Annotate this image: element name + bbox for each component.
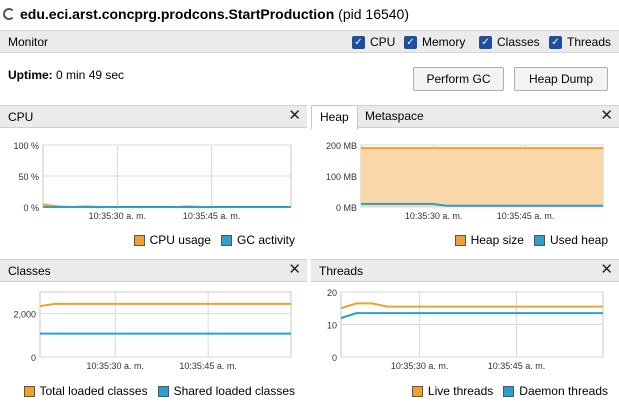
cpu-panel-header: CPU ✕ <box>0 105 307 128</box>
perform-gc-button[interactable]: Perform GC <box>413 67 504 91</box>
threads-legend: Live threads Daemon threads <box>411 384 608 398</box>
live-threads-swatch <box>411 385 423 397</box>
x-tick-label: 10:35:45 a. m. <box>179 361 237 371</box>
loading-spinner-icon <box>3 8 15 20</box>
gc-activity-swatch <box>220 234 232 246</box>
y-tick-label: 20 <box>327 288 337 298</box>
checkmark-icon: ✓ <box>549 35 562 49</box>
legend-item-heap-size: Heap size <box>454 233 524 247</box>
tab-metaspace[interactable]: Metaspace <box>357 105 432 129</box>
process-id: (pid 16540) <box>338 6 409 22</box>
close-icon[interactable]: ✕ <box>600 262 613 278</box>
uptime-row: Uptime: 0 min 49 sec Perform GC Heap Dum… <box>0 53 619 103</box>
y-tick-label: 0 MB <box>336 203 357 213</box>
memory-panel-header: Heap Metaspace ✕ <box>311 105 619 129</box>
classes-panel-title: Classes <box>8 264 51 278</box>
classes-checkbox[interactable]: ✓ Classes <box>479 35 540 49</box>
y-tick-label: 200 MB <box>326 141 357 151</box>
cpu-panel: CPU ✕ 100 % 50 % 0 % 10:35:30 a. m. 10:35:45… <box>0 105 307 253</box>
x-tick-label: 10:35:30 a. m. <box>87 361 145 371</box>
cpu-checkbox[interactable]: ✓ CPU <box>352 35 395 49</box>
y-tick-label: 100 % <box>13 141 39 151</box>
close-icon[interactable]: ✕ <box>600 108 613 124</box>
legend-item-gc-activity: GC activity <box>220 233 295 247</box>
x-tick-label: 10:35:45 a. m. <box>183 211 241 221</box>
heap-chart: 200 MB 100 MB 0 MB 10:35:30 a. m. 10:35:45 a… <box>326 141 604 221</box>
legend-item-used-heap: Used heap <box>533 233 608 247</box>
daemon-threads-swatch <box>503 385 515 397</box>
x-tick-label: 10:35:30 a. m. <box>391 361 449 371</box>
total-loaded-classes-swatch <box>23 385 35 397</box>
x-tick-label: 10:35:45 a. m. <box>488 361 546 371</box>
used-heap-swatch <box>533 234 545 246</box>
threads-chart: 20 10 0 10:35:30 a. m. 10:35:45 a. m. <box>327 288 604 371</box>
x-tick-label: 10:35:30 a. m. <box>405 211 463 221</box>
heap-size-area <box>361 148 603 207</box>
cpu-panel-title: CPU <box>8 110 34 124</box>
threads-checkbox[interactable]: ✓ Threads <box>549 35 611 49</box>
uptime: Uptime: 0 min 49 sec <box>8 68 125 82</box>
heap-size-swatch <box>454 234 466 246</box>
legend-item-daemon-threads: Daemon threads <box>503 384 608 398</box>
checkmark-icon: ✓ <box>352 35 365 49</box>
x-tick-label: 10:35:30 a. m. <box>89 211 147 221</box>
cpu-usage-swatch <box>133 234 145 246</box>
memory-panel: Heap Metaspace ✕ 200 MB 100 MB 0 MB 10:35:3… <box>311 105 619 253</box>
close-icon[interactable]: ✕ <box>288 262 301 278</box>
shared-loaded-classes-swatch <box>157 385 169 397</box>
y-tick-label: 50 % <box>18 172 39 182</box>
cpu-legend: CPU usage GC activity <box>133 233 295 247</box>
tab-heap[interactable]: Heap <box>311 105 358 129</box>
close-icon[interactable]: ✕ <box>288 108 301 124</box>
threads-panel: Threads ✕ 20 10 0 10:35:30 a. m. 10:35:45 a.… <box>311 259 619 407</box>
legend-item-total-loaded-classes: Total loaded classes <box>23 384 148 398</box>
threads-panel-title: Threads <box>319 264 364 278</box>
window-titlebar: edu.eci.arst.concprg.prodcons.StartProdu… <box>0 0 619 30</box>
y-tick-label: 100 MB <box>326 172 357 182</box>
window-title: edu.eci.arst.concprg.prodcons.StartProdu… <box>20 6 409 22</box>
plot-area <box>39 291 292 358</box>
heap-dump-button[interactable]: Heap Dump <box>514 67 608 91</box>
cpu-chart: 100 % 50 % 0 % 10:35:30 a. m. 10:35:45 a. m. <box>13 141 292 221</box>
legend-item-shared-loaded-classes: Shared loaded classes <box>157 384 295 398</box>
classes-chart: 2,000 0 10:35:30 a. m. 10:35:45 a. m. <box>13 291 292 371</box>
monitor-label: Monitor <box>8 35 49 49</box>
heap-legend: Heap size Used heap <box>454 233 608 247</box>
memory-checkbox[interactable]: ✓ Memory <box>404 35 465 49</box>
y-tick-label: 2,000 <box>13 310 36 320</box>
y-tick-label: 10 <box>327 321 337 331</box>
y-tick-label: 0 <box>31 353 36 363</box>
monitor-bar: Monitor ✓ CPU ✓ Memory ✓ Classes ✓ Threads <box>0 30 619 53</box>
legend-item-cpu-usage: CPU usage <box>133 233 211 247</box>
checkmark-icon: ✓ <box>479 35 492 49</box>
legend-item-live-threads: Live threads <box>411 384 493 398</box>
y-tick-label: 0 % <box>23 203 39 213</box>
checkmark-icon: ✓ <box>404 35 417 49</box>
classes-legend: Total loaded classes Shared loaded class… <box>23 384 295 398</box>
threads-panel-header: Threads ✕ <box>311 259 619 282</box>
x-tick-label: 10:35:45 a. m. <box>497 211 555 221</box>
classes-panel: Classes ✕ 2,000 0 10:35:30 a. m. 10:35:45 a… <box>0 259 307 407</box>
y-tick-label: 0 <box>332 353 337 363</box>
classes-panel-header: Classes ✕ <box>0 259 307 282</box>
